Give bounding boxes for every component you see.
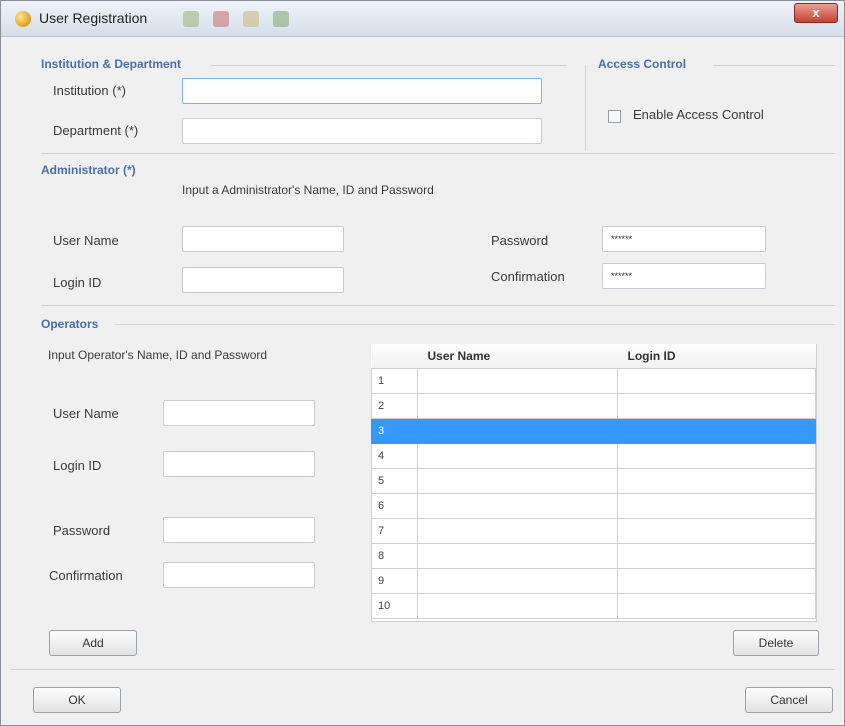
row-number: 3 — [371, 417, 418, 444]
row-number: 5 — [371, 467, 418, 494]
operators-hint: Input Operator's Name, ID and Password — [48, 348, 268, 362]
row-username-cell[interactable] — [417, 367, 618, 394]
row-username-cell[interactable] — [417, 542, 618, 569]
admin-password-label: Password — [491, 233, 549, 248]
administrator-group-label: Administrator (*) — [41, 163, 136, 177]
department-label: Department (*) — [53, 123, 139, 138]
footer-separator — [11, 669, 835, 670]
operators-group-label: Operators — [41, 317, 99, 331]
table-row[interactable]: 7 — [371, 517, 816, 544]
row-loginid-cell[interactable] — [617, 492, 816, 519]
row-loginid-cell[interactable] — [617, 442, 816, 469]
window-title: User Registration — [39, 10, 148, 26]
table-row[interactable]: 8 — [371, 542, 816, 569]
section-separator-1 — [41, 153, 835, 154]
row-number: 2 — [371, 392, 418, 419]
operators-table-header: User Name Login ID — [371, 344, 816, 369]
section-separator-2 — [41, 305, 835, 306]
cancel-button[interactable]: Cancel — [745, 687, 833, 713]
institution-group-label: Institution & Department — [41, 57, 181, 71]
quick-access-icon-4[interactable] — [273, 11, 289, 27]
table-row[interactable]: 9 — [371, 567, 816, 594]
quick-access-icon-2[interactable] — [213, 11, 229, 27]
row-number: 6 — [371, 492, 418, 519]
row-loginid-cell[interactable] — [617, 367, 816, 394]
operator-password-input[interactable] — [163, 517, 315, 543]
admin-password-input[interactable] — [602, 226, 766, 252]
row-username-cell[interactable] — [417, 392, 618, 419]
row-number: 9 — [371, 567, 418, 594]
row-number: 10 — [371, 592, 418, 619]
operator-username-label: User Name — [53, 406, 119, 421]
admin-loginid-label: Login ID — [53, 275, 102, 290]
table-row[interactable]: 4 — [371, 442, 816, 469]
row-username-cell[interactable] — [417, 467, 618, 494]
row-username-cell[interactable] — [417, 442, 618, 469]
row-loginid-cell[interactable] — [617, 517, 816, 544]
row-number: 8 — [371, 542, 418, 569]
row-username-cell[interactable] — [417, 492, 618, 519]
ok-button[interactable]: OK — [33, 687, 121, 713]
enable-access-control-checkbox[interactable] — [608, 110, 621, 123]
operator-username-input[interactable] — [163, 400, 315, 426]
table-row[interactable]: 5 — [371, 467, 816, 494]
username-column-header[interactable]: User Name — [417, 344, 618, 369]
row-username-cell[interactable] — [417, 517, 618, 544]
admin-confirmation-label: Confirmation — [491, 269, 565, 284]
department-input[interactable] — [182, 118, 542, 144]
institution-input[interactable] — [182, 78, 542, 104]
operator-confirmation-input[interactable] — [163, 562, 315, 588]
table-row[interactable]: 2 — [371, 392, 816, 419]
row-loginid-cell[interactable] — [617, 392, 816, 419]
loginid-column-header[interactable]: Login ID — [617, 344, 816, 369]
row-username-cell[interactable] — [417, 592, 618, 619]
row-loginid-cell[interactable] — [617, 567, 816, 594]
row-number: 4 — [371, 442, 418, 469]
access-control-separator — [713, 65, 835, 66]
table-row[interactable]: 6 — [371, 492, 816, 519]
user-registration-window: User Registration x Institution & Depart… — [0, 0, 845, 726]
institution-label: Institution (*) — [53, 83, 126, 98]
admin-confirmation-input[interactable] — [602, 263, 766, 289]
operator-password-label: Password — [53, 523, 111, 538]
operator-confirmation-label: Confirmation — [49, 568, 123, 583]
operator-loginid-input[interactable] — [163, 451, 315, 477]
row-number: 7 — [371, 517, 418, 544]
close-icon: x — [812, 5, 820, 20]
delete-operator-button[interactable]: Delete — [733, 630, 819, 656]
row-loginid-cell[interactable] — [617, 542, 816, 569]
app-icon — [15, 11, 31, 27]
admin-username-input[interactable] — [182, 226, 344, 252]
row-number-header — [371, 344, 418, 369]
operators-group-separator — [115, 324, 835, 325]
row-username-cell[interactable] — [417, 417, 618, 444]
admin-loginid-input[interactable] — [182, 267, 344, 293]
access-control-group-label: Access Control — [598, 57, 687, 71]
institution-group-separator — [211, 65, 567, 66]
operator-loginid-label: Login ID — [53, 458, 102, 473]
row-loginid-cell[interactable] — [617, 592, 816, 619]
row-loginid-cell[interactable] — [617, 467, 816, 494]
access-control-divider — [585, 65, 586, 151]
table-row[interactable]: 1 — [371, 367, 816, 394]
administrator-hint: Input a Administrator's Name, ID and Pas… — [182, 183, 434, 197]
close-button[interactable]: x — [794, 3, 838, 23]
title-bar[interactable]: User Registration x — [1, 1, 844, 37]
enable-access-control-label[interactable]: Enable Access Control — [633, 107, 764, 122]
row-number: 1 — [371, 367, 418, 394]
table-row-selected[interactable]: 3 — [371, 417, 816, 444]
table-row[interactable]: 10 — [371, 592, 816, 619]
operators-table[interactable]: User Name Login ID 1 2 3 4 5 6 7 8 9 10 — [371, 344, 816, 619]
admin-username-label: User Name — [53, 233, 119, 248]
row-loginid-cell[interactable] — [617, 417, 816, 444]
row-username-cell[interactable] — [417, 567, 618, 594]
add-operator-button[interactable]: Add — [49, 630, 137, 656]
quick-access-icon-1[interactable] — [183, 11, 199, 27]
quick-access-icon-3[interactable] — [243, 11, 259, 27]
